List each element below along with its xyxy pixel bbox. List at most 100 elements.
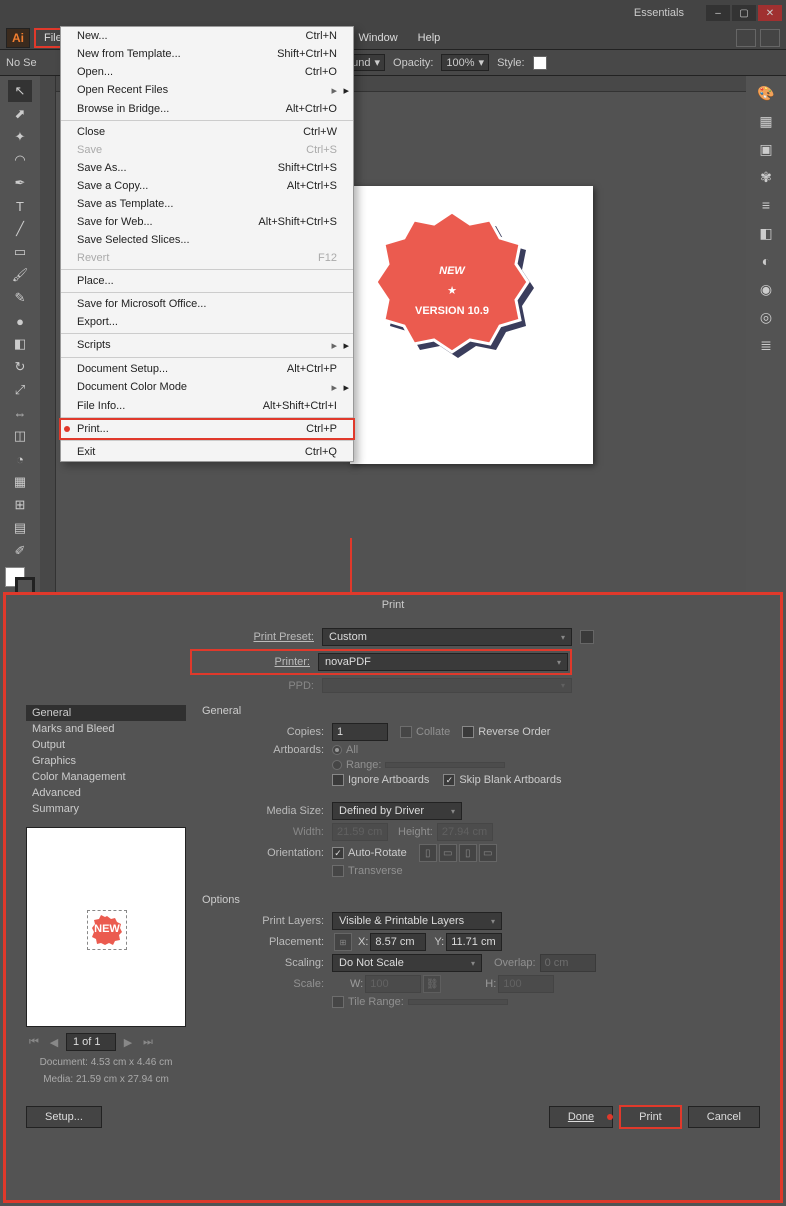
menubar-extras [736, 29, 780, 47]
ignore-artboards-checkbox[interactable] [332, 774, 344, 786]
transverse-label: Transverse [348, 865, 403, 877]
print-preset-dropdown[interactable]: Custom▾ [322, 628, 572, 646]
y-label: Y: [434, 936, 444, 948]
layers-panel-icon[interactable]: ≣ [755, 334, 777, 356]
gradient-tool-icon[interactable]: ▤ [8, 517, 32, 539]
color-panel-icon[interactable]: 🎨 [755, 82, 777, 104]
file-menu-save-as-template[interactable]: Save as Template... [61, 195, 353, 213]
file-menu-export[interactable]: Export... [61, 313, 353, 331]
graphic-styles-panel-icon[interactable]: ◎ [755, 306, 777, 328]
file-menu-save-for-microsoft-office[interactable]: Save for Microsoft Office... [61, 295, 353, 313]
menu-separator [61, 120, 353, 121]
blob-brush-tool-icon[interactable]: ● [8, 310, 32, 332]
file-menu-open[interactable]: Open...Ctrl+O [61, 63, 353, 81]
direct-selection-tool-icon[interactable]: ⬈ [8, 103, 32, 125]
print-tab-advanced[interactable]: Advanced [26, 785, 186, 801]
menu-window[interactable]: Window [349, 28, 408, 48]
style-swatch[interactable] [533, 56, 547, 70]
pager-prev-icon[interactable]: ◀ [46, 1036, 62, 1049]
file-menu-new-from-template[interactable]: New from Template...Shift+Ctrl+N [61, 45, 353, 63]
done-button[interactable]: Done [549, 1106, 613, 1128]
print-tab-marks-and-bleed[interactable]: Marks and Bleed [26, 721, 186, 737]
file-menu-save-selected-slices[interactable]: Save Selected Slices... [61, 231, 353, 249]
file-menu-print[interactable]: Print...Ctrl+P [59, 418, 355, 440]
workspace-switcher[interactable]: Essentials [614, 7, 704, 19]
transparency-panel-icon[interactable]: ◐ [755, 250, 777, 272]
pager-page-input[interactable]: 1 of 1 [66, 1033, 116, 1051]
x-input[interactable]: 8.57 cm [370, 933, 426, 951]
menu-item-label: Document Color Mode [77, 381, 187, 394]
file-menu-save-for-web[interactable]: Save for Web...Alt+Shift+Ctrl+S [61, 213, 353, 231]
copies-input[interactable] [332, 723, 388, 741]
file-menu-browse-in-bridge[interactable]: Browse in Bridge...Alt+Ctrl+O [61, 100, 353, 118]
save-preset-icon[interactable] [580, 630, 594, 644]
minimize-button[interactable]: – [706, 5, 730, 21]
type-tool-icon[interactable]: T [8, 195, 32, 217]
bridge-icon[interactable] [736, 29, 756, 47]
line-tool-icon[interactable]: ╱ [8, 218, 32, 240]
print-tab-graphics[interactable]: Graphics [26, 753, 186, 769]
mesh-tool-icon[interactable]: ⊞ [8, 494, 32, 516]
reverse-order-checkbox[interactable] [462, 726, 474, 738]
menu-item-shortcut: Alt+Ctrl+P [287, 363, 337, 375]
print-layers-dropdown[interactable]: Visible & Printable Layers▾ [332, 912, 502, 930]
cancel-button[interactable]: Cancel [688, 1106, 760, 1128]
selection-tool-icon[interactable]: ↖ [8, 80, 32, 102]
shape-builder-tool-icon[interactable]: ◔ [8, 448, 32, 470]
free-transform-tool-icon[interactable]: ◫ [8, 425, 32, 447]
y-input[interactable]: 11.71 cm [446, 933, 502, 951]
collate-checkbox [400, 726, 412, 738]
file-menu-exit[interactable]: ExitCtrl+Q [61, 443, 353, 461]
swatches-panel-icon[interactable]: ▦ [755, 110, 777, 132]
eyedropper-tool-icon[interactable]: ✐ [8, 540, 32, 562]
print-tab-color-management[interactable]: Color Management [26, 769, 186, 785]
pager-next-icon[interactable]: ▶ [120, 1036, 136, 1049]
scale-tool-icon[interactable]: ⤢ [8, 379, 32, 401]
file-menu-save-as[interactable]: Save As...Shift+Ctrl+S [61, 159, 353, 177]
rotate-tool-icon[interactable]: ↻ [8, 356, 32, 378]
arrange-icon[interactable] [760, 29, 780, 47]
opacity-input[interactable]: 100%▾ [441, 54, 489, 71]
printer-dropdown[interactable]: novaPDF▾ [318, 653, 568, 671]
artboards-all-radio[interactable] [332, 745, 342, 755]
file-menu-save-a-copy[interactable]: Save a Copy...Alt+Ctrl+S [61, 177, 353, 195]
gradient-panel-icon[interactable]: ◧ [755, 222, 777, 244]
file-menu-close[interactable]: CloseCtrl+W [61, 123, 353, 141]
file-menu-open-recent-files[interactable]: Open Recent Files▸ [61, 81, 353, 100]
brushes-panel-icon[interactable]: ▣ [755, 138, 777, 160]
paintbrush-tool-icon[interactable]: 🖌 [8, 264, 32, 286]
print-tab-output[interactable]: Output [26, 737, 186, 753]
skip-blank-checkbox[interactable] [443, 774, 455, 786]
perspective-tool-icon[interactable]: ▦ [8, 471, 32, 493]
width-tool-icon[interactable]: ⇔ [8, 402, 32, 424]
file-menu-document-setup[interactable]: Document Setup...Alt+Ctrl+P [61, 360, 353, 378]
setup-button[interactable]: Setup... [26, 1106, 102, 1128]
scaling-dropdown[interactable]: Do Not Scale▾ [332, 954, 482, 972]
pager-last-icon[interactable]: ⏭ [140, 1036, 156, 1049]
file-menu-file-info[interactable]: File Info...Alt+Shift+Ctrl+I [61, 397, 353, 415]
pencil-tool-icon[interactable]: ✎ [8, 287, 32, 309]
print-tab-summary[interactable]: Summary [26, 801, 186, 817]
file-menu-place[interactable]: Place... [61, 272, 353, 290]
magic-wand-tool-icon[interactable]: ✦ [8, 126, 32, 148]
file-menu-new[interactable]: New...Ctrl+N [61, 27, 353, 45]
auto-rotate-checkbox[interactable] [332, 847, 344, 859]
annotation-line [350, 538, 352, 594]
file-menu-scripts[interactable]: Scripts▸ [61, 336, 353, 355]
print-tab-general[interactable]: General [26, 705, 186, 721]
appearance-panel-icon[interactable]: ◉ [755, 278, 777, 300]
maximize-button[interactable]: ▢ [732, 5, 756, 21]
media-size-dropdown[interactable]: Defined by Driver▾ [332, 802, 462, 820]
close-button[interactable]: ✕ [758, 5, 782, 21]
pager-first-icon[interactable]: ⏮ [26, 1036, 42, 1049]
pen-tool-icon[interactable]: ✒ [8, 172, 32, 194]
file-menu-document-color-mode[interactable]: Document Color Mode▸ [61, 378, 353, 397]
placement-grid-icon[interactable]: ⊞ [334, 933, 352, 951]
eraser-tool-icon[interactable]: ◧ [8, 333, 32, 355]
print-button[interactable]: Print [619, 1105, 682, 1129]
stroke-panel-icon[interactable]: ≡ [755, 194, 777, 216]
rectangle-tool-icon[interactable]: ▭ [8, 241, 32, 263]
lasso-tool-icon[interactable]: ◠ [8, 149, 32, 171]
symbols-panel-icon[interactable]: ✾ [755, 166, 777, 188]
menu-help[interactable]: Help [408, 28, 451, 48]
